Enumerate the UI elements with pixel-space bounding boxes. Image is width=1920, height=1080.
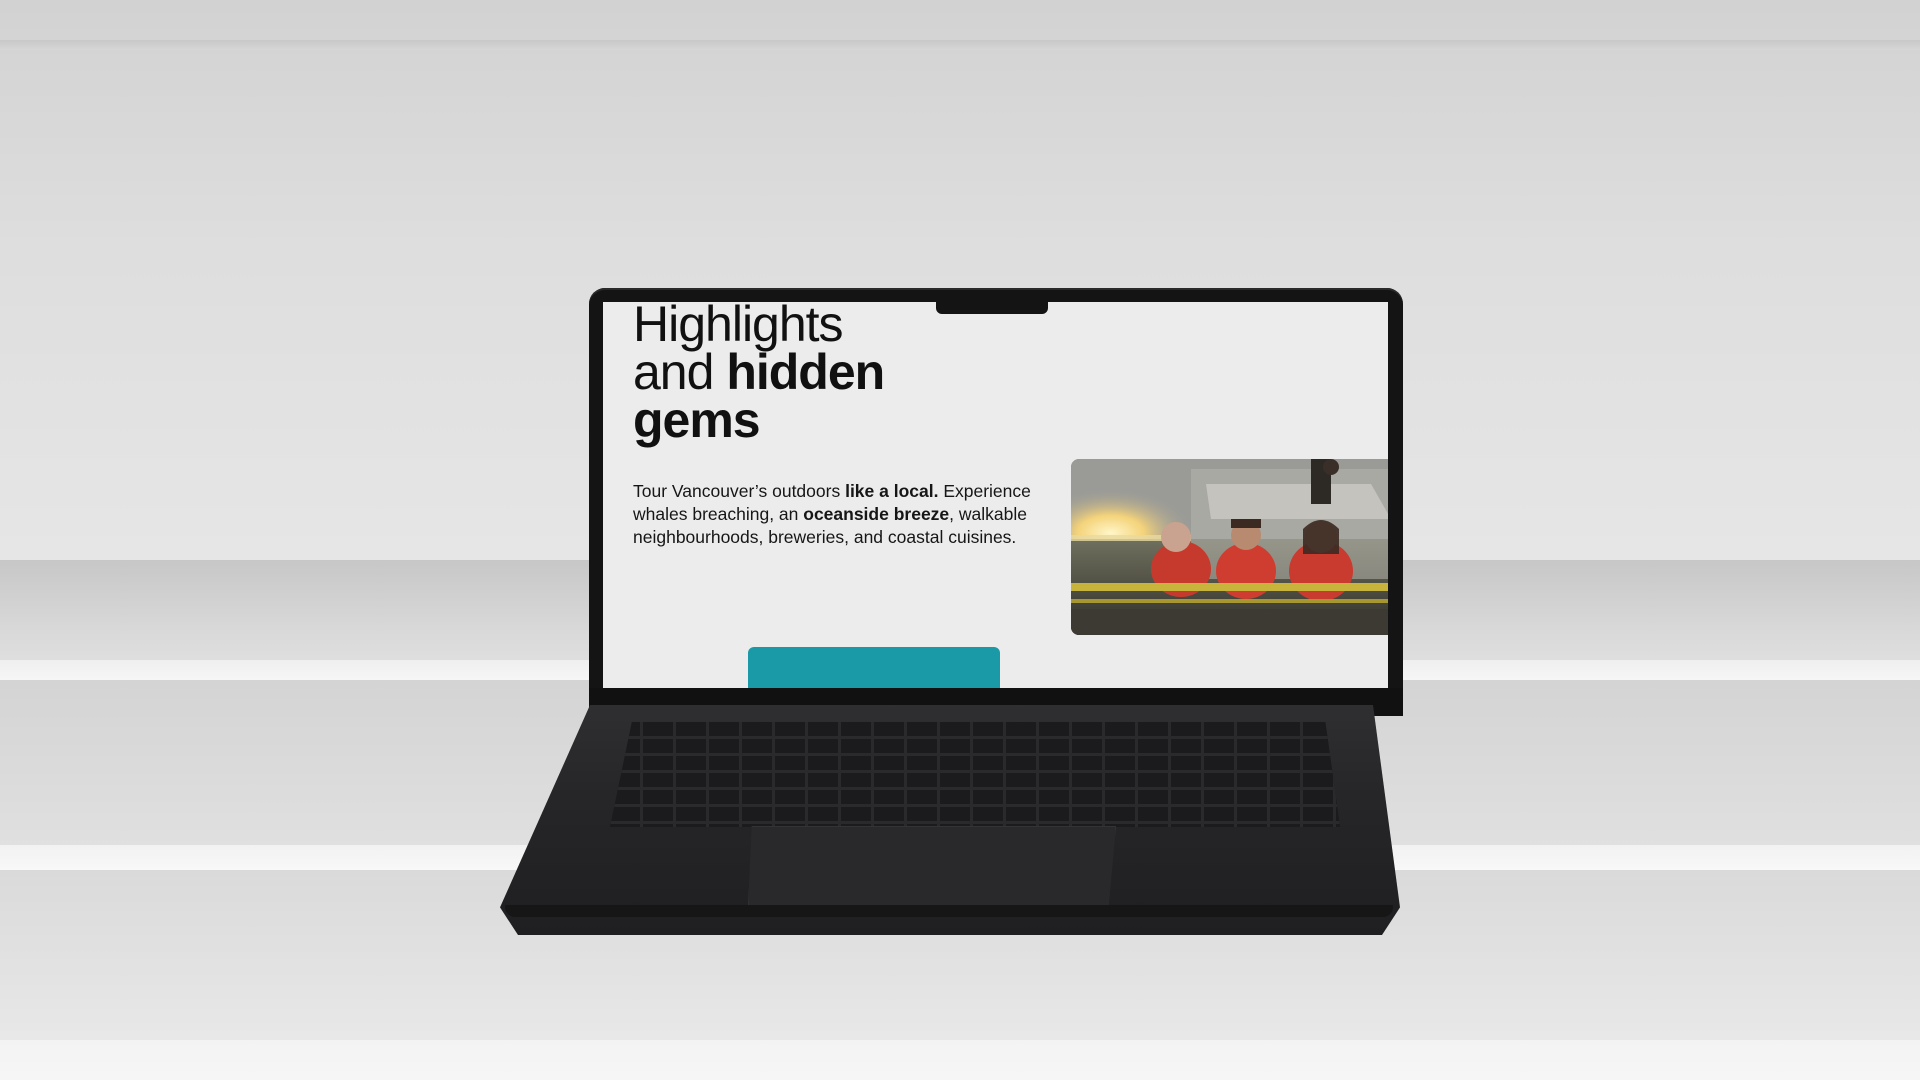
headline-line-3-bold: gems [633,392,761,448]
laptop-base-front-edge [505,905,1393,917]
page-title: Highlights and hidden gems [633,302,885,445]
background-ledge [0,40,1920,50]
intro-bold: like a local. [845,481,939,501]
intro-bold: oceanside breeze [803,504,950,524]
laptop-trackpad[interactable] [748,826,1116,908]
camera-notch [936,300,1048,314]
background-step-edge [0,1040,1920,1080]
cta-button[interactable] [748,647,1000,688]
laptop-screen: Highlights and hidden gems Tour Vancouve… [603,302,1388,688]
intro-paragraph: Tour Vancouver’s outdoors like a local. … [633,480,1043,549]
laptop-keyboard[interactable] [610,722,1340,827]
boat-photo-illustration [1071,459,1388,635]
hero-photo [1071,459,1388,635]
intro-text: Tour Vancouver’s outdoors [633,481,846,501]
